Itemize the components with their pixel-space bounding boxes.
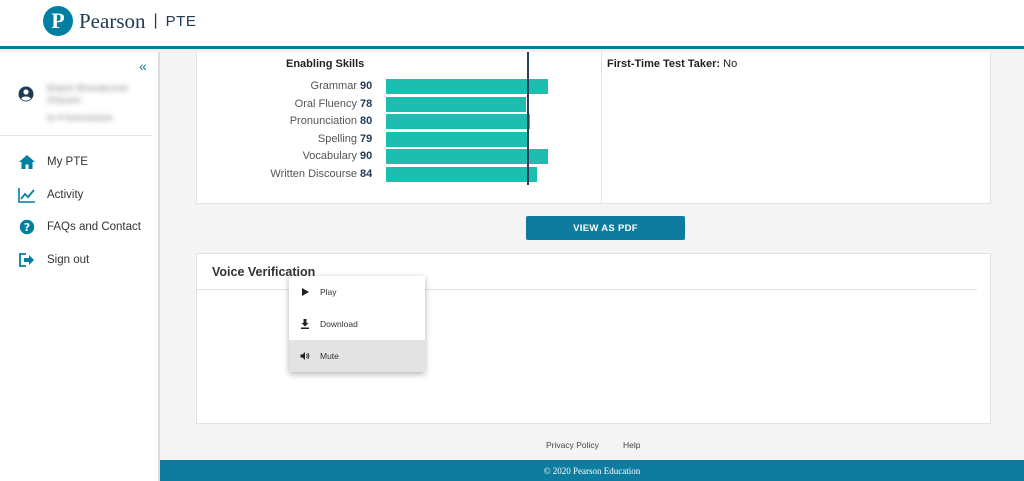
logo-separator: | bbox=[153, 12, 158, 29]
skill-score: 90 bbox=[360, 80, 373, 92]
skill-label: Grammar bbox=[310, 80, 357, 92]
skill-row: Written Discourse 84 bbox=[197, 166, 597, 184]
view-as-pdf-button[interactable]: VIEW AS PDF bbox=[526, 216, 685, 240]
home-icon bbox=[19, 155, 35, 170]
enabling-skills-title: Enabling Skills bbox=[286, 58, 365, 70]
product-name: PTE bbox=[165, 12, 197, 30]
skill-score: 78 bbox=[360, 97, 373, 110]
card-divider bbox=[601, 52, 602, 203]
sidebar-item-label: FAQs and Contact bbox=[47, 221, 141, 234]
sidebar-item-label: Sign out bbox=[47, 253, 90, 266]
skill-row: Pronunciation 80 bbox=[197, 113, 597, 131]
collapse-sidebar-icon[interactable]: « bbox=[139, 58, 147, 74]
sidebar-item-my-pte[interactable]: My PTE bbox=[0, 146, 158, 179]
audio-context-menu: Play Download Mute bbox=[289, 276, 425, 372]
question-icon: ? bbox=[19, 220, 35, 235]
skill-row: Oral Fluency 78 bbox=[197, 96, 597, 114]
svg-text:?: ? bbox=[24, 221, 30, 234]
skill-label: Vocabulary bbox=[302, 150, 357, 162]
first-time-test-taker: First-Time Test Taker: No bbox=[607, 58, 737, 70]
help-link[interactable]: Help bbox=[623, 440, 640, 450]
skill-bar bbox=[386, 79, 548, 94]
chart-line-icon bbox=[18, 187, 35, 203]
sidebar-item-sign-out[interactable]: Sign out bbox=[0, 244, 158, 277]
user-profile: Brijesh Bharatkumar Dhanani ID PTE001000… bbox=[0, 78, 152, 136]
skill-bar bbox=[386, 131, 529, 147]
pearson-logo-icon: P bbox=[43, 6, 73, 36]
skill-label: Pronunciation bbox=[289, 115, 357, 127]
sidebar-nav: My PTE Activity ? FAQs and Contact Sign … bbox=[0, 146, 158, 276]
skill-label: Written Discourse bbox=[270, 167, 357, 180]
sidebar-item-faqs[interactable]: ? FAQs and Contact bbox=[0, 211, 158, 244]
menu-item-label: Download bbox=[320, 319, 358, 329]
privacy-policy-link[interactable]: Privacy Policy bbox=[546, 440, 599, 450]
user-circle-icon bbox=[18, 86, 34, 102]
menu-item-label: Mute bbox=[320, 351, 339, 361]
skill-bar bbox=[386, 166, 538, 182]
download-icon bbox=[301, 319, 309, 329]
menu-item-play[interactable]: Play bbox=[289, 276, 425, 308]
copyright-text: © 2020 Pearson Education bbox=[543, 465, 641, 476]
footer-links: Privacy Policy Help bbox=[0, 440, 1024, 454]
pearson-logo[interactable]: P Pearson | PTE bbox=[43, 6, 196, 36]
user-id: ID PTE001000020 bbox=[47, 114, 113, 123]
skill-score: 84 bbox=[360, 167, 373, 180]
sidebar-item-label: My PTE bbox=[47, 156, 88, 169]
skill-row: Grammar 90 bbox=[197, 78, 597, 96]
menu-item-mute[interactable]: Mute bbox=[289, 340, 425, 372]
skill-label: Oral Fluency bbox=[294, 97, 357, 110]
skill-score: 79 bbox=[360, 132, 373, 145]
skill-bar bbox=[386, 114, 530, 129]
first-time-value: No bbox=[723, 58, 738, 70]
menu-item-download[interactable]: Download bbox=[289, 308, 425, 340]
score-card: Enabling Skills Grammar 90 Oral Fluency 78 P… bbox=[196, 52, 991, 204]
skill-bar bbox=[386, 96, 527, 112]
sign-out-icon bbox=[19, 252, 34, 267]
skill-bar bbox=[386, 149, 548, 164]
first-time-label: First-Time Test Taker: bbox=[607, 58, 721, 70]
skill-score: 90 bbox=[360, 150, 373, 162]
top-header: P Pearson | PTE bbox=[0, 0, 1024, 49]
play-icon bbox=[302, 288, 309, 296]
footer-bar: © 2020 Pearson Education bbox=[160, 460, 1024, 481]
volume-icon bbox=[300, 352, 310, 360]
sidebar-item-label: Activity bbox=[47, 188, 84, 201]
sidebar: « Brijesh Bharatkumar Dhanani ID PTE0010… bbox=[0, 52, 160, 481]
skill-row: Vocabulary 90 bbox=[197, 148, 597, 166]
user-name: Brijesh Bharatkumar Dhanani bbox=[47, 83, 129, 105]
sidebar-item-activity[interactable]: Activity bbox=[0, 179, 158, 212]
skill-row: Spelling 79 bbox=[197, 131, 597, 149]
skill-score: 80 bbox=[360, 115, 373, 127]
skill-label: Spelling bbox=[317, 132, 357, 145]
brand-name: Pearson bbox=[79, 8, 146, 33]
menu-item-label: Play bbox=[320, 287, 337, 297]
overall-score-line bbox=[527, 52, 530, 185]
